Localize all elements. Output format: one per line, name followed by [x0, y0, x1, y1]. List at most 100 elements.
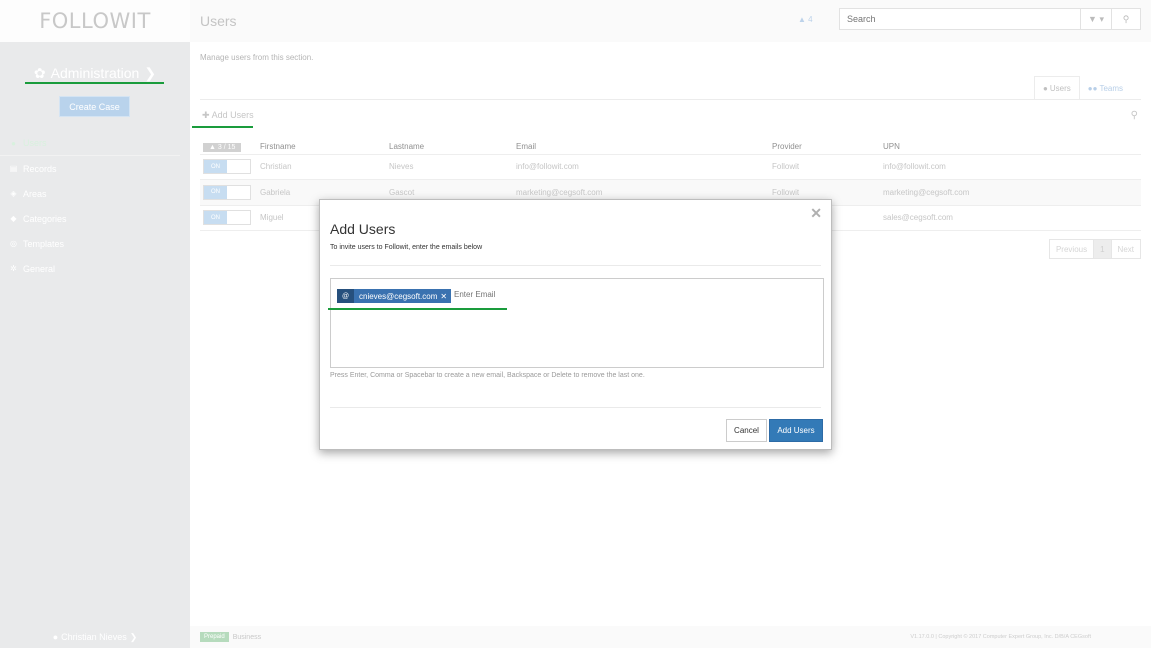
column-header-firstname[interactable]: Firstname [257, 140, 386, 155]
bell-icon: ▲ [798, 15, 806, 24]
header-label: Provider [772, 142, 802, 152]
toggle-label: ON [204, 211, 227, 225]
email-input[interactable] [454, 290, 654, 299]
tag-icon: ◆ [10, 214, 17, 223]
pager-current-page[interactable]: 1 [1093, 240, 1112, 258]
search-box: ▼ ▾ ⚲ [839, 8, 1141, 30]
sidebar-item-general[interactable]: ✲ General [0, 256, 190, 281]
sidebar-item-label: Templates [23, 238, 65, 249]
page-subtitle: Manage users from this section. [200, 53, 314, 62]
active-toggle[interactable]: ON [203, 210, 251, 226]
remove-chip-icon[interactable]: ✕ [440, 292, 451, 301]
divider [330, 407, 821, 408]
records-icon: ▤ [9, 164, 18, 173]
create-case-button[interactable]: Create Case [59, 96, 130, 117]
column-header-upn[interactable]: UPN [880, 140, 1141, 155]
logo[interactable]: FOLLOWIT [39, 9, 151, 33]
add-users-label: Add Users [211, 110, 254, 120]
pager-next[interactable]: Next [1112, 240, 1140, 258]
user-icon: ▲ [209, 143, 216, 151]
areas-icon: ◈ [10, 189, 17, 198]
email-tags-field[interactable]: @ cnieves@cegsoft.com ✕ [330, 278, 824, 368]
current-user-name: Christian Nieves [61, 632, 127, 642]
tabs-divider [200, 99, 1141, 100]
header-label: Firstname [260, 142, 296, 152]
toggle-label: ON [204, 185, 227, 199]
sidebar-item-records[interactable]: ▤ Records [0, 156, 190, 181]
user-icon: ● [52, 632, 59, 642]
add-users-button[interactable]: Add Users [769, 419, 823, 442]
cell-firstname: Christian [257, 154, 386, 180]
column-header-count: ▲ 3 / 15 [200, 140, 257, 155]
view-tabs: ● Users ●● Teams [1034, 76, 1131, 100]
current-user-menu[interactable]: ● Christian Nieves ❯ [0, 626, 190, 648]
notifications-button[interactable]: ▲ 4 [798, 15, 813, 24]
topbar: Users ▲ 4 ▼ ▾ ⚲ [190, 0, 1151, 42]
divider [330, 265, 821, 266]
search-icon: ⚲ [1130, 110, 1138, 121]
close-icon[interactable]: ✕ [810, 205, 822, 222]
gear-icon: ✿ [33, 64, 46, 81]
sidebar-item-label: Categories [23, 213, 67, 224]
modal-title: Add Users [330, 221, 396, 237]
column-header-provider[interactable]: Provider [769, 140, 880, 155]
add-users-link[interactable]: ✚ Add Users [202, 110, 254, 121]
filter-icon: ▼ ▾ [1088, 13, 1104, 24]
search-icon: ⚲ [1122, 13, 1130, 24]
filter-dropdown-button[interactable]: ▼ ▾ [1080, 9, 1111, 29]
highlight-underline [192, 126, 253, 128]
cell-upn: marketing@cegsoft.com [880, 179, 1141, 206]
toggle-cell: ON [200, 205, 257, 231]
gears-icon: ✲ [10, 264, 17, 273]
user-icon: ● [1043, 84, 1048, 93]
help-text: Press Enter, Comma or Spacebar to create… [330, 372, 645, 379]
cell-lastname: Nieves [386, 154, 513, 180]
active-toggle[interactable]: ON [203, 184, 251, 200]
active-toggle[interactable]: ON [203, 159, 251, 175]
cell-provider: Followit [769, 154, 880, 180]
copyright: V1.17.0.0 | Copyright © 2017 Computer Ex… [910, 634, 1091, 640]
table-header-row: ▲ 3 / 15 Firstname Lastname Email Provid… [200, 140, 1141, 155]
admin-title-label: Administration [50, 65, 140, 81]
cell-upn: info@followit.com [880, 154, 1141, 180]
sidebar-item-areas[interactable]: ◈ Areas [0, 181, 190, 206]
tab-teams[interactable]: ●● Teams [1080, 76, 1131, 100]
plan-badge: Prepaid [200, 632, 229, 642]
column-header-lastname[interactable]: Lastname [386, 140, 513, 155]
sidebar-item-users[interactable]: ● Users [0, 131, 180, 156]
tab-users[interactable]: ● Users [1034, 76, 1080, 100]
highlight-underline [25, 82, 164, 84]
chevron-right-icon: ❯ [129, 631, 138, 642]
page-title: Users [200, 13, 237, 29]
header-label: UPN [883, 142, 900, 152]
email-chip-address: cnieves@cegsoft.com [359, 291, 438, 301]
email-chip[interactable]: @ cnieves@cegsoft.com ✕ [337, 289, 452, 303]
add-users-modal: ✕ Add Users To invite users to Followit,… [319, 199, 832, 450]
sidebar-item-categories[interactable]: ◆ Categories [0, 206, 190, 231]
column-header-email[interactable]: Email [513, 140, 769, 155]
pagination: Previous 1 Next [1048, 239, 1141, 259]
search-button[interactable]: ⚲ [1111, 9, 1140, 29]
footer: Prepaid Business V1.17.0.0 | Copyright ©… [190, 626, 1151, 648]
toggle-cell: ON [200, 154, 257, 180]
sidebar-item-templates[interactable]: ◎ Templates [0, 231, 190, 256]
search-input[interactable] [840, 9, 1080, 29]
at-icon: @ [337, 289, 354, 303]
sidebar: FOLLOWIT ✿ Administration ❯ Create Case … [0, 0, 190, 648]
table-row[interactable]: ON Christian Nieves info@followit.com Fo… [200, 154, 1141, 180]
user-count-badge: ▲ 3 / 15 [203, 142, 242, 152]
table-search-button[interactable]: ⚲ [1131, 110, 1138, 121]
sidebar-item-label: Users [23, 138, 47, 148]
user-count: 3 / 15 [217, 143, 236, 151]
cancel-button[interactable]: Cancel [726, 419, 767, 442]
chevron-right-icon: ❯ [144, 64, 157, 81]
admin-section-title[interactable]: ✿ Administration ❯ [0, 46, 190, 100]
modal-description: To invite users to Followit, enter the e… [330, 244, 483, 251]
team-icon: ●● [1087, 83, 1098, 93]
highlight-underline [328, 308, 507, 310]
header-label: Lastname [389, 142, 425, 152]
cell-upn: sales@cegsoft.com [880, 205, 1141, 231]
user-icon: ● [11, 138, 16, 148]
pager-previous[interactable]: Previous [1050, 240, 1093, 258]
tab-label: Users [1049, 84, 1071, 93]
